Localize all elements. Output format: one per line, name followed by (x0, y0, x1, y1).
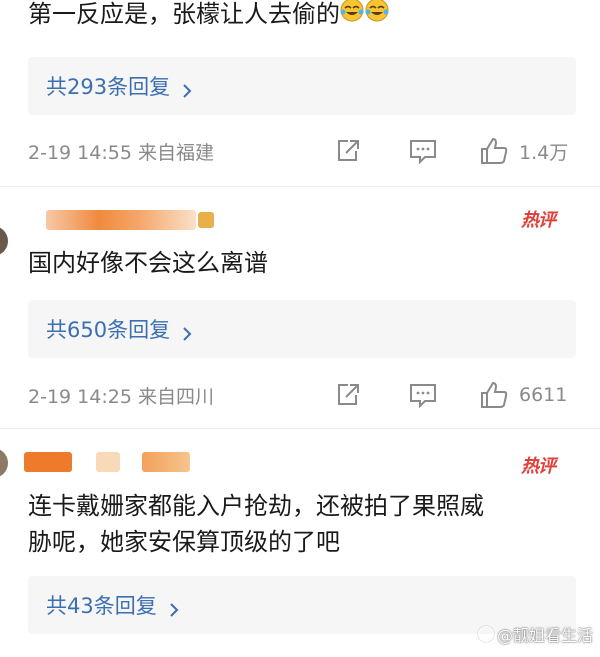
username-blurred[interactable] (46, 210, 196, 230)
share-icon (338, 140, 359, 161)
watermark-logo-icon (478, 626, 494, 642)
username-blurred[interactable] (96, 452, 120, 472)
like-button[interactable]: 6611 (479, 380, 567, 410)
reply-count-label: 共43条回复 (46, 594, 157, 618)
thumbs-up-icon (481, 381, 508, 408)
like-button[interactable]: 1.4万 (479, 136, 568, 166)
comment-3-text-line-2: 胁呢，她家安保算顶级的了吧 (28, 528, 340, 556)
chevron-right-icon (180, 79, 194, 98)
time-location: 2-19 14:25 来自四川 (28, 385, 214, 408)
comment-icon (410, 140, 436, 165)
avatar[interactable] (0, 448, 8, 478)
comment-2-text: 国内好像不会这么离谱 (28, 249, 268, 277)
watermark: @靓姐看生活 (478, 622, 593, 646)
comment-3-text-line-1: 连卡戴姗家都能入户抢劫，还被拍了果照威 (28, 492, 484, 520)
share-button[interactable] (334, 381, 362, 409)
crying-laughing-emoji-icon (340, 0, 390, 33)
comment-icon (410, 384, 436, 409)
like-count: 1.4万 (519, 141, 569, 164)
divider (0, 186, 600, 187)
hot-comment-badge: 热评 (521, 456, 556, 477)
user-badge (198, 212, 214, 228)
reply-count-label: 共650条回复 (46, 318, 171, 342)
like-count: 6611 (519, 384, 568, 406)
comment-button[interactable] (408, 137, 438, 165)
comment-2-meta: 2-19 14:25 来自四川 6611 (28, 375, 580, 415)
thumbs-up-icon (481, 137, 508, 164)
share-button[interactable] (334, 137, 362, 165)
view-replies-button-1[interactable]: 共293条回复 (28, 57, 576, 115)
chevron-right-icon (180, 322, 194, 341)
hot-comment-badge: 热评 (521, 210, 556, 231)
view-replies-button-2[interactable]: 共650条回复 (28, 300, 576, 358)
comment-1-meta: 2-19 14:55 来自福建 1.4万 (28, 131, 580, 171)
comment-button[interactable] (408, 381, 438, 409)
username-blurred[interactable] (24, 452, 72, 472)
divider (0, 428, 600, 429)
comment-1-text: 第一反应是，张檬让人去偷的 (28, 0, 390, 33)
avatar[interactable] (0, 226, 8, 256)
share-icon (338, 384, 359, 405)
time-location: 2-19 14:55 来自福建 (28, 141, 214, 164)
username-blurred[interactable] (142, 452, 190, 472)
chevron-right-icon (167, 598, 181, 617)
reply-count-label: 共293条回复 (46, 75, 171, 99)
